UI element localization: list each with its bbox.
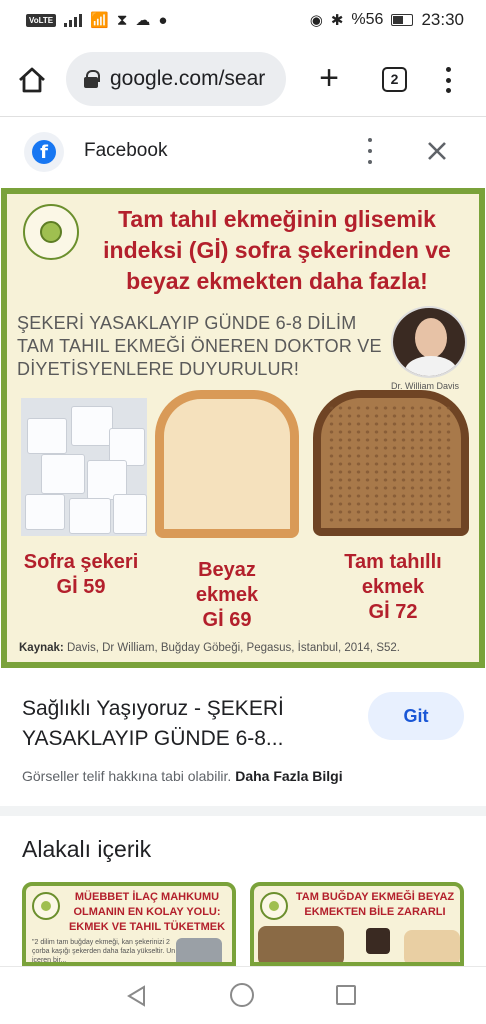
related-card[interactable]: MÜEBBET İLAÇ MAHKUMU OLMANIN EN KOLAY YO… bbox=[22, 882, 236, 966]
brand-logo bbox=[260, 892, 288, 920]
related-heading: Alakalı içerik bbox=[22, 836, 152, 862]
white-bread-image bbox=[155, 390, 299, 538]
related-card-image bbox=[404, 930, 460, 962]
cloud-icon: ☁ bbox=[135, 11, 151, 29]
battery-percent: %56 bbox=[351, 11, 384, 28]
status-bar: VoLTE 📶 ⧗ ☁ ● ◉ ✱ %56 23:30 bbox=[0, 0, 486, 40]
related-card-body: "2 dilim tam buğday ekmeği, kan şekerini… bbox=[32, 939, 176, 964]
related-card-doctor-photo bbox=[366, 928, 390, 954]
image-headline: Tam tahıl ekmeğinin glisemik indeksi (Gİ… bbox=[103, 206, 451, 294]
browser-toolbar: google.com/sear + 2 bbox=[0, 44, 486, 114]
wholewheat-name: Tam tahıllı ekmek bbox=[344, 551, 442, 598]
url-text: google.com/sear bbox=[110, 67, 266, 90]
source-name[interactable]: Facebook bbox=[84, 140, 167, 162]
brand-logo bbox=[32, 892, 60, 920]
wholewheat-gi: Gİ 72 bbox=[368, 601, 418, 623]
related-card-image bbox=[258, 926, 344, 962]
related-card-image bbox=[176, 938, 222, 962]
section-divider bbox=[0, 806, 486, 816]
eye-icon: ◉ bbox=[309, 11, 323, 29]
bluetooth-icon: ✱ bbox=[330, 11, 344, 29]
wholewheat-bread-image bbox=[313, 390, 469, 536]
wholewheat-label: Tam tahıllı ekmek Gİ 72 bbox=[319, 550, 467, 625]
white-bread-gi: Gİ 69 bbox=[202, 609, 252, 631]
source-note-text: Davis, Dr William, Buğday Göbeği, Pegasu… bbox=[66, 642, 400, 654]
recents-icon[interactable] bbox=[336, 985, 356, 1005]
hourglass-icon: ⧗ bbox=[116, 11, 128, 29]
visit-button[interactable]: Git bbox=[368, 692, 464, 740]
image-subtext: ŞEKERİ YASAKLAYIP GÜNDE 6-8 DİLİM TAM TA… bbox=[17, 313, 382, 379]
battery-icon bbox=[391, 14, 414, 26]
sugar-gi: Gİ 59 bbox=[56, 576, 106, 598]
signal-icon bbox=[64, 13, 83, 27]
new-tab-button[interactable]: + bbox=[314, 61, 344, 95]
copyright-text: Görseller telif hakkına tabi olabilir. bbox=[22, 768, 232, 784]
address-bar[interactable]: google.com/sear bbox=[66, 52, 286, 106]
preview-image[interactable]: Tam tahıl ekmeğinin glisemik indeksi (Gİ… bbox=[1, 188, 485, 668]
brand-logo bbox=[23, 204, 79, 260]
white-bread-name: Beyaz ekmek bbox=[195, 559, 259, 606]
image-source-row: f Facebook bbox=[0, 118, 486, 184]
clock: 23:30 bbox=[421, 10, 464, 29]
more-info-link[interactable]: Daha Fazla Bilgi bbox=[235, 768, 342, 784]
close-button[interactable] bbox=[424, 138, 450, 164]
more-options-button[interactable] bbox=[362, 138, 378, 164]
sugar-name: Sofra şekeri bbox=[23, 551, 139, 573]
result-title[interactable]: Sağlıklı Yaşıyoruz - ŞEKERİ YASAKLAYIP G… bbox=[22, 694, 342, 754]
back-icon[interactable] bbox=[126, 985, 148, 1007]
home-button[interactable] bbox=[16, 64, 48, 96]
tab-switcher-button[interactable]: 2 bbox=[382, 67, 407, 92]
lock-icon bbox=[84, 70, 100, 88]
copyright-notice: Görseller telif hakkına tabi olabilir. D… bbox=[22, 768, 343, 784]
status-left: VoLTE 📶 ⧗ ☁ ● bbox=[26, 13, 167, 28]
system-nav-bar bbox=[0, 966, 486, 1024]
related-card-title: MÜEBBET İLAÇ MAHKUMU OLMANIN EN KOLAY YO… bbox=[68, 891, 226, 933]
browser-menu-button[interactable] bbox=[438, 64, 458, 96]
volte-badge: VoLTE bbox=[26, 13, 57, 27]
image-source-note: Kaynak: Davis, Dr William, Buğday Göbeği… bbox=[19, 642, 400, 654]
close-icon bbox=[428, 142, 446, 160]
sugar-cubes-image bbox=[21, 398, 147, 536]
wifi-icon: 📶 bbox=[90, 11, 109, 29]
home-icon bbox=[19, 67, 45, 93]
status-right: ◉ ✱ %56 23:30 bbox=[310, 10, 464, 30]
toolbar-divider bbox=[0, 116, 486, 117]
source-note-label: Kaynak: bbox=[19, 642, 64, 654]
related-card-title: TAM BUĞDAY EKMEĞİ BEYAZ EKMEKTEN BİLE ZA… bbox=[295, 891, 455, 918]
home-nav-icon[interactable] bbox=[230, 983, 254, 1007]
sugar-label: Sofra şekeri Gİ 59 bbox=[17, 550, 145, 600]
white-bread-label: Beyaz ekmek Gİ 69 bbox=[171, 558, 283, 633]
related-card[interactable]: TAM BUĞDAY EKMEĞİ BEYAZ EKMEKTEN BİLE ZA… bbox=[250, 882, 464, 966]
facebook-icon: f bbox=[24, 132, 64, 172]
message-icon: ● bbox=[158, 11, 168, 29]
doctor-photo bbox=[391, 306, 467, 378]
